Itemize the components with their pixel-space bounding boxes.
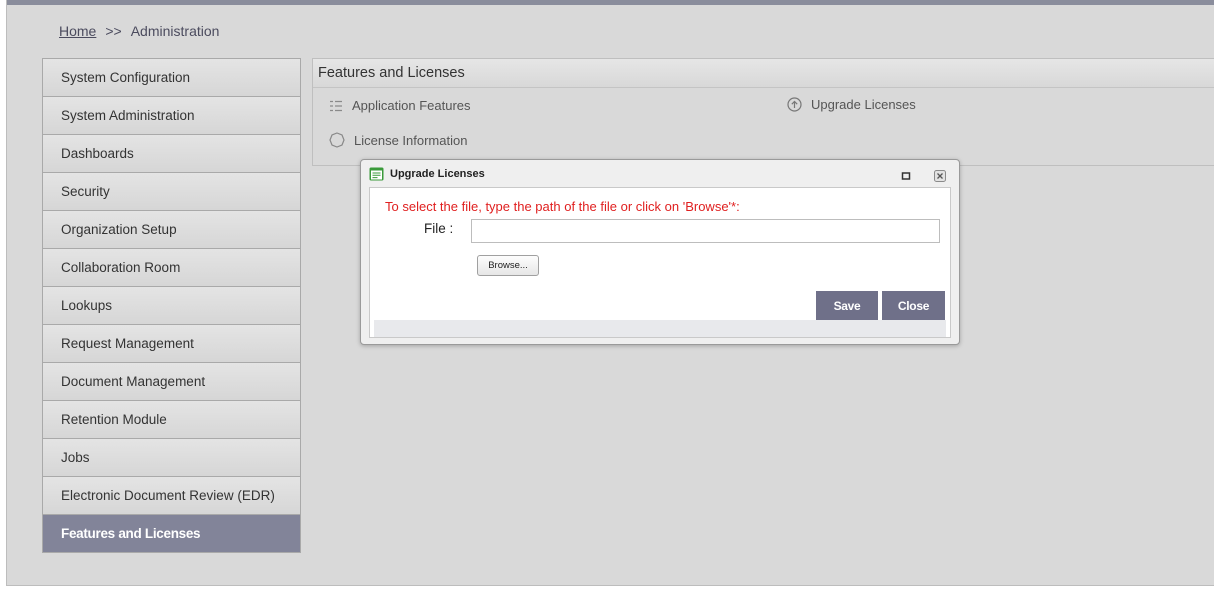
top-bar (7, 0, 1214, 5)
upgrade-licenses-label: Upgrade Licenses (811, 97, 916, 112)
dialog-titlebar[interactable]: Upgrade Licenses (361, 160, 959, 187)
save-button[interactable]: Save (816, 291, 878, 321)
sidebar-item-dashboards[interactable]: Dashboards (42, 134, 301, 173)
upgrade-licenses-dialog: Upgrade Licenses To select the file, typ… (360, 159, 960, 345)
file-path-input[interactable] (471, 219, 940, 243)
sidebar-item-jobs[interactable]: Jobs (42, 438, 301, 477)
file-instruction: To select the file, type the path of the… (385, 199, 740, 214)
breadcrumb-home-link[interactable]: Home (59, 23, 96, 39)
sidebar-item-organization-setup[interactable]: Organization Setup (42, 210, 301, 249)
sidebar-item-security[interactable]: Security (42, 172, 301, 211)
dialog-title: Upgrade Licenses (390, 167, 485, 180)
breadcrumb-separator: >> (105, 23, 122, 39)
browse-button[interactable]: Browse... (477, 255, 539, 276)
sidebar-item-document-management[interactable]: Document Management (42, 362, 301, 401)
breadcrumb-current: Administration (130, 23, 220, 39)
application-features-link[interactable]: Application Features (329, 98, 471, 113)
license-information-label: License Information (354, 132, 468, 148)
sidebar: System Configuration System Administrati… (42, 58, 301, 553)
sidebar-item-collaboration-room[interactable]: Collaboration Room (42, 248, 301, 287)
close-icon[interactable] (934, 169, 946, 182)
sidebar-item-features-and-licenses[interactable]: Features and Licenses (42, 514, 301, 553)
breadcrumb: Home >> Administration (59, 23, 219, 39)
application-features-label: Application Features (352, 98, 471, 113)
dialog-body: To select the file, type the path of the… (369, 187, 951, 338)
sidebar-item-system-administration[interactable]: System Administration (42, 96, 301, 135)
upgrade-licenses-link[interactable]: Upgrade Licenses (787, 97, 916, 112)
license-badge-icon (329, 132, 345, 148)
panel-title: Features and Licenses (313, 59, 1214, 88)
sidebar-item-edr[interactable]: Electronic Document Review (EDR) (42, 476, 301, 515)
sidebar-item-request-management[interactable]: Request Management (42, 324, 301, 363)
sidebar-item-lookups[interactable]: Lookups (42, 286, 301, 325)
license-information-link[interactable]: License Information (329, 132, 467, 148)
sidebar-item-retention-module[interactable]: Retention Module (42, 400, 301, 439)
upload-circle-icon (787, 97, 802, 112)
sidebar-item-system-configuration[interactable]: System Configuration (42, 58, 301, 97)
features-panel: Features and Licenses Application Featur… (312, 58, 1214, 166)
file-label: File : (424, 221, 454, 236)
maximize-icon[interactable] (900, 169, 912, 181)
dialog-footer (374, 320, 946, 337)
close-button[interactable]: Close (882, 291, 945, 321)
form-icon (369, 167, 384, 180)
list-icon (330, 100, 342, 111)
